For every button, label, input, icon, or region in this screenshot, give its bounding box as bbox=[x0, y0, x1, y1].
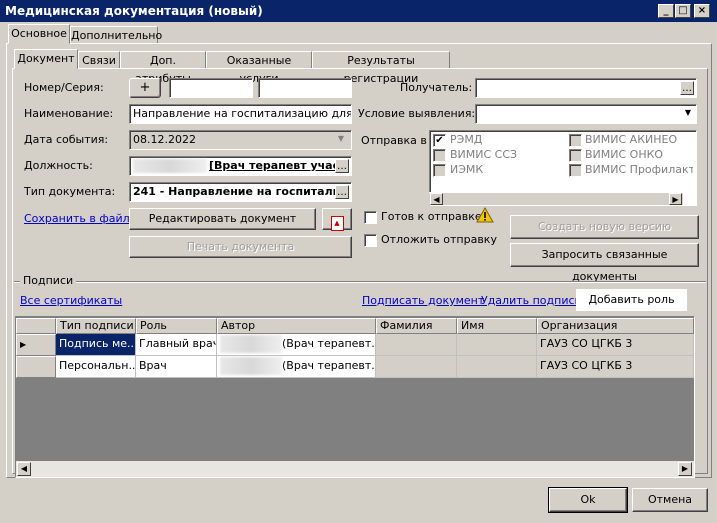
ok-button[interactable]: Ok bbox=[549, 488, 627, 512]
print-document-button[interactable]: Печать документа bbox=[129, 236, 352, 258]
signatures-separator bbox=[14, 281, 706, 283]
window-titlebar: Медицинская документация (новый) bbox=[0, 0, 717, 22]
position-picker-button[interactable]: … bbox=[335, 159, 349, 173]
window-title: Медицинская документация (новый) bbox=[5, 4, 263, 18]
delete-signature-link[interactable]: Удалить подпись bbox=[481, 294, 581, 307]
table-row-1-org[interactable]: ГАУЗ СО ЦГКБ 3 bbox=[537, 334, 694, 356]
target-iemk-label: ИЭМК bbox=[450, 163, 484, 176]
date-input[interactable]: 08.12.2022 bbox=[129, 130, 352, 150]
create-new-version-button[interactable]: Создать новую версию документ bbox=[510, 215, 699, 255]
col-signature-type[interactable]: Тип подписи bbox=[56, 318, 136, 334]
add-number-button[interactable]: + bbox=[129, 78, 161, 98]
doctype-picker-button[interactable]: … bbox=[335, 185, 349, 199]
col-author[interactable]: Автор bbox=[217, 318, 376, 334]
table-row-2-surname[interactable] bbox=[376, 356, 457, 378]
warning-icon bbox=[476, 206, 494, 223]
tab-main[interactable]: Основное bbox=[8, 24, 70, 44]
table-row-1-type[interactable]: Подпись ме... bbox=[56, 334, 136, 356]
request-related-documents-button[interactable]: Запросить связанные документы bbox=[510, 243, 699, 283]
name-label: Наименование: bbox=[24, 107, 114, 120]
targets-hscroll[interactable]: ◀ ▶ bbox=[429, 192, 683, 205]
redacted-name bbox=[133, 159, 207, 173]
add-role-button[interactable]: Добавить роль bbox=[576, 289, 687, 311]
doctype-label: Тип документа: bbox=[24, 185, 116, 198]
redacted-author bbox=[220, 357, 282, 375]
position-label: Должность: bbox=[24, 159, 93, 172]
cancel-button[interactable]: Отмена bbox=[632, 488, 708, 512]
chevron-down-icon[interactable]: ▼ bbox=[682, 108, 694, 120]
recipient-input[interactable] bbox=[475, 78, 697, 98]
target-onko-checkbox[interactable] bbox=[569, 149, 582, 162]
doctype-input[interactable]: 241 - Направление на госпитализ bbox=[129, 182, 352, 202]
date-label: Дата события: bbox=[24, 133, 109, 146]
tab-additional[interactable]: Дополнительно bbox=[70, 26, 162, 44]
number-label: Номер/Серия: bbox=[24, 81, 104, 94]
table-row-1-surname[interactable] bbox=[376, 334, 457, 356]
defer-checkbox[interactable] bbox=[364, 234, 377, 247]
recipient-label: Получатель: bbox=[400, 81, 473, 94]
target-remd-checkbox[interactable]: ✔ bbox=[433, 134, 446, 147]
grid-hscroll[interactable]: ◀ ▶ bbox=[16, 461, 694, 477]
table-row-1-author[interactable]: (Врач терапевт... bbox=[217, 334, 376, 356]
row-selector-2[interactable] bbox=[16, 356, 56, 378]
row-selector-1[interactable]: ▶ bbox=[16, 334, 56, 356]
defer-label: Отложить отправку bbox=[381, 233, 497, 246]
grid-row-header-corner bbox=[16, 318, 56, 334]
table-row-2-type[interactable]: Персональн... bbox=[56, 356, 136, 378]
table-row-1-role[interactable]: Главный врач bbox=[136, 334, 217, 356]
series-input[interactable] bbox=[258, 78, 352, 98]
position-input[interactable]: [Врач терапевт участ bbox=[129, 156, 352, 176]
save-to-file-link[interactable]: Сохранить в файл bbox=[24, 212, 130, 225]
target-ssz-checkbox[interactable] bbox=[433, 149, 446, 162]
edit-document-button[interactable]: Редактировать документ bbox=[129, 208, 316, 230]
recipient-picker-button[interactable]: … bbox=[680, 81, 694, 95]
target-akineo-checkbox[interactable] bbox=[569, 134, 582, 147]
col-firstname[interactable]: Имя bbox=[457, 318, 537, 334]
tab-registration-results[interactable]: Результаты регистрации bbox=[312, 51, 450, 85]
minimize-button[interactable]: _ bbox=[658, 4, 674, 18]
tab-services[interactable]: Оказанные услуги bbox=[206, 51, 312, 85]
maximize-button[interactable]: □ bbox=[675, 4, 691, 18]
table-row-2-role[interactable]: Врач bbox=[136, 356, 217, 378]
scroll-right-button[interactable]: ▶ bbox=[669, 193, 682, 205]
tab-links[interactable]: Связи bbox=[78, 51, 120, 69]
target-prof-checkbox[interactable] bbox=[569, 164, 582, 177]
table-row-1-firstname[interactable] bbox=[457, 334, 537, 356]
tab-document[interactable]: Документ bbox=[14, 49, 78, 69]
condition-label: Условие выявления: bbox=[358, 107, 476, 120]
scroll-right-button[interactable]: ▶ bbox=[678, 462, 692, 476]
number-input[interactable] bbox=[169, 78, 253, 98]
table-row-2-author[interactable]: (Врач терапевт... bbox=[217, 356, 376, 378]
ready-label: Готов к отправке bbox=[381, 210, 482, 223]
pdf-button[interactable]: ▲ bbox=[322, 208, 352, 231]
table-row-2-org[interactable]: ГАУЗ СО ЦГКБ 3 bbox=[537, 356, 694, 378]
scroll-left-button[interactable]: ◀ bbox=[17, 462, 31, 476]
condition-select[interactable] bbox=[475, 104, 697, 124]
chevron-down-icon[interactable]: ▼ bbox=[334, 134, 348, 146]
pdf-icon: ▲ bbox=[330, 216, 344, 231]
target-prof-label: ВИМИС Профилактик bbox=[585, 163, 693, 176]
send-to-label: Отправка в bbox=[361, 134, 427, 147]
tab-extra-attributes[interactable]: Доп. атрибуты bbox=[120, 51, 206, 85]
signatures-group-label: Подписи bbox=[20, 272, 77, 290]
name-input[interactable]: Направление на госпитализацию для оказ bbox=[129, 104, 352, 124]
table-row-2-firstname[interactable] bbox=[457, 356, 537, 378]
all-certificates-link[interactable]: Все сертификаты bbox=[20, 294, 122, 307]
target-iemk-checkbox[interactable] bbox=[433, 164, 446, 177]
ready-checkbox[interactable] bbox=[364, 211, 377, 224]
col-organization[interactable]: Организация bbox=[537, 318, 694, 334]
scroll-left-button[interactable]: ◀ bbox=[430, 193, 443, 205]
col-surname[interactable]: Фамилия bbox=[376, 318, 457, 334]
close-button[interactable]: × bbox=[694, 4, 710, 18]
redacted-author bbox=[220, 335, 282, 353]
sign-document-link[interactable]: Подписать документ bbox=[362, 294, 484, 307]
col-role[interactable]: Роль bbox=[136, 318, 217, 334]
